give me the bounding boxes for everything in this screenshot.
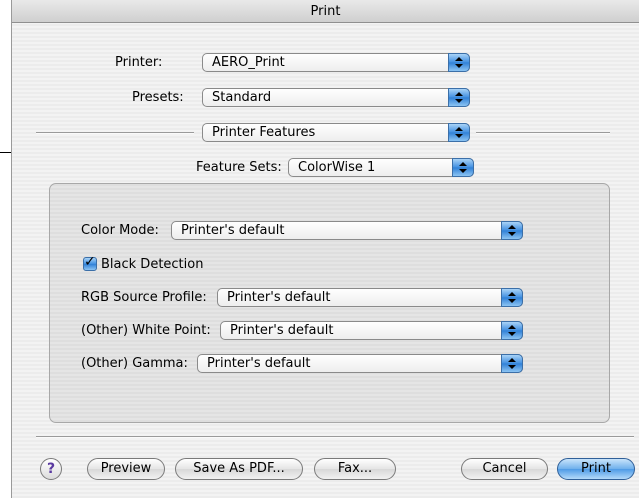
color-mode-label: Color Mode: [81, 223, 159, 238]
question-mark-icon: ? [46, 461, 56, 477]
feature-sets-value: ColorWise 1 [298, 160, 376, 175]
gamma-label: (Other) Gamma: [81, 356, 188, 371]
presets-label: Presets: [132, 90, 184, 105]
fax-button[interactable]: Fax... [314, 458, 396, 480]
panel-popup[interactable]: Printer Features [202, 123, 470, 142]
rgb-source-profile-value: Printer's default [227, 290, 331, 305]
up-down-arrows-icon [448, 123, 470, 142]
print-dialog: Print Printer: AERO_Print Presets: Stand… [11, 0, 639, 498]
title-bar[interactable]: Print [12, 0, 639, 23]
color-mode-value: Printer's default [181, 223, 285, 238]
checkmark-icon: ✓ [84, 254, 96, 270]
cancel-button[interactable]: Cancel [461, 458, 548, 480]
black-detection-label[interactable]: Black Detection [101, 257, 203, 272]
bottom-separator [36, 436, 634, 438]
up-down-arrows-icon [501, 288, 523, 307]
color-mode-popup[interactable]: Printer's default [171, 221, 523, 240]
up-down-arrows-icon [448, 53, 470, 72]
rgb-source-profile-popup[interactable]: Printer's default [217, 288, 523, 307]
feature-sets-popup[interactable]: ColorWise 1 [288, 158, 474, 177]
gamma-value: Printer's default [207, 356, 311, 371]
gamma-popup[interactable]: Printer's default [197, 354, 523, 373]
up-down-arrows-icon [501, 221, 523, 240]
printer-popup[interactable]: AERO_Print [202, 53, 470, 72]
print-button[interactable]: Print [557, 458, 635, 480]
preview-button[interactable]: Preview [87, 458, 165, 480]
up-down-arrows-icon [448, 88, 470, 107]
rgb-source-profile-label: RGB Source Profile: [81, 290, 207, 305]
presets-popup[interactable]: Standard [202, 88, 470, 107]
black-detection-checkbox[interactable]: ✓ [83, 254, 97, 271]
white-point-popup[interactable]: Printer's default [220, 321, 523, 340]
save-as-pdf-button[interactable]: Save As PDF... [175, 458, 303, 480]
printer-value: AERO_Print [212, 55, 285, 70]
feature-sets-label: Feature Sets: [196, 160, 282, 175]
white-point-value: Printer's default [230, 323, 334, 338]
up-down-arrows-icon [501, 321, 523, 340]
panel-value: Printer Features [212, 125, 316, 140]
white-point-label: (Other) White Point: [81, 323, 211, 338]
help-button[interactable]: ? [40, 458, 62, 480]
separator-right [476, 132, 610, 134]
printer-label: Printer: [115, 55, 163, 70]
separator-left [36, 132, 194, 134]
window-title: Print [310, 4, 341, 19]
up-down-arrows-icon [452, 158, 474, 177]
presets-value: Standard [212, 90, 272, 105]
up-down-arrows-icon [501, 354, 523, 373]
